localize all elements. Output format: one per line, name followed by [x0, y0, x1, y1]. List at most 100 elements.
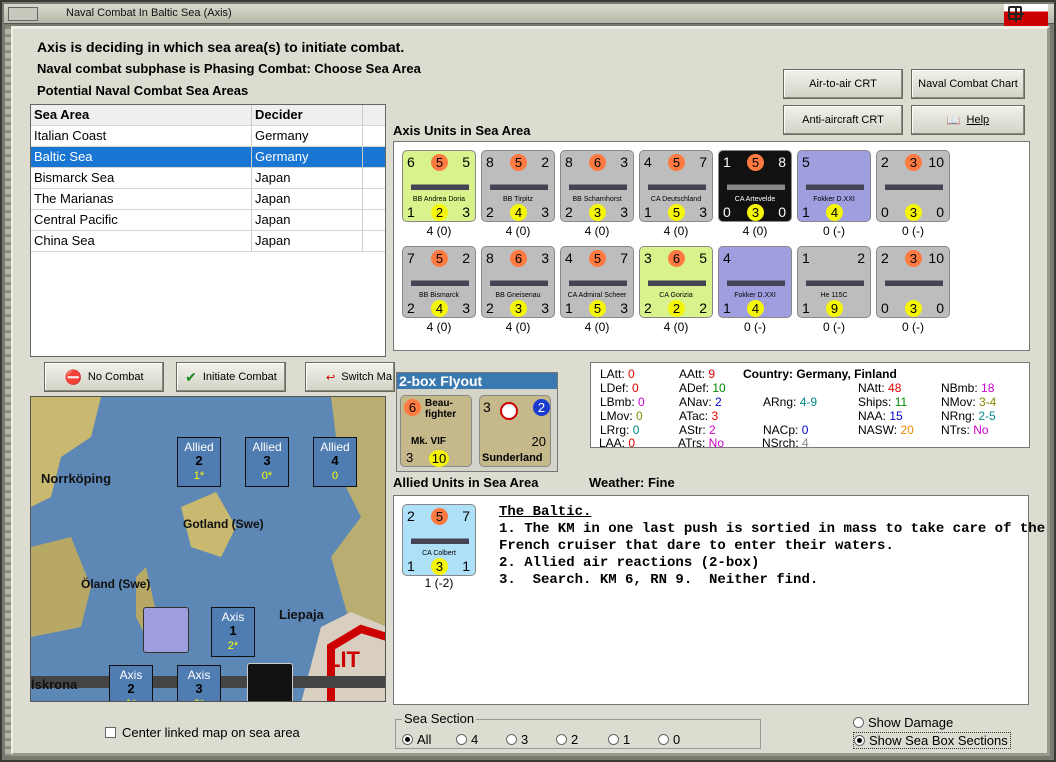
- stat-ntrs: NTrs: No: [941, 423, 989, 437]
- axis-unit-counter[interactable]: 7 5 2 BB Bismarck 2 4 3: [402, 246, 476, 318]
- sea-areas-heading: Potential Naval Combat Sea Areas: [37, 83, 249, 98]
- sea-box-allied-2[interactable]: Allied 2 1*: [177, 437, 221, 487]
- unit-top-left: 2: [881, 250, 889, 266]
- table-row[interactable]: The Marianas Japan: [31, 189, 385, 210]
- axis-unit-counter[interactable]: 2 3 10 0 3 0: [876, 246, 950, 318]
- center-map-checkbox[interactable]: Center linked map on sea area: [105, 725, 300, 740]
- no-entry-icon: [500, 402, 518, 420]
- unit-silhouette-icon: [806, 272, 864, 286]
- stat-nacp: NACp: 0: [763, 423, 809, 437]
- no-combat-button[interactable]: ⛔ No Combat: [44, 362, 164, 392]
- axis-unit-counter[interactable]: 1 2 He 115C 1 9: [797, 246, 871, 318]
- axis-unit-counter[interactable]: 8 6 3 BB Scharnhorst 2 3 3: [560, 150, 634, 222]
- help-button[interactable]: 📖 Help: [911, 105, 1025, 135]
- stats-panel: LAtt: 0 LDef: 0 LBmb: 0 LMov: 0 LRrg: 0 …: [590, 362, 1030, 448]
- map-unit-fokker[interactable]: [143, 607, 189, 653]
- table-row[interactable]: Central Pacific Japan: [31, 210, 385, 231]
- axis-unit-counter[interactable]: 4 5 7 CA Admiral Scheer 1 5 3: [560, 246, 634, 318]
- unit-bottom-left: 1: [802, 300, 810, 316]
- unit-bottom-left: 1: [644, 204, 652, 220]
- stat-adef: ADef: 10: [679, 381, 726, 395]
- anti-aircraft-crt-button[interactable]: Anti-aircraft CRT: [783, 105, 903, 135]
- radio-show-sea-box-sections[interactable]: Show Sea Box Sections: [853, 732, 1011, 749]
- unit-bottom-right: 3: [541, 300, 549, 316]
- stat-anav: ANav: 2: [679, 395, 722, 409]
- axis-unit-counter[interactable]: 3 6 5 CA Gorizia 2 2 2: [639, 246, 713, 318]
- unit-silhouette-icon: [569, 272, 627, 286]
- unit-top-right: 3: [620, 154, 628, 170]
- main-frame: Axis is deciding in which sea area(s) to…: [5, 26, 1050, 756]
- sea-section-label: Sea Section: [402, 711, 477, 726]
- unit-beaufighter[interactable]: 6 Beau-fighter Mk. VIF 3 10: [400, 395, 472, 467]
- no-entry-icon: ⛔: [64, 368, 82, 385]
- axis-unit-counter[interactable]: 5 Fokker D.XXI 1 4: [797, 150, 871, 222]
- air-to-air-crt-button[interactable]: Air-to-air CRT: [783, 69, 903, 99]
- stat-natt: NAtt: 48: [858, 381, 902, 395]
- sea-box-axis-2[interactable]: Axis21*: [109, 665, 153, 701]
- unit-bottom-left: 2: [644, 300, 652, 316]
- map-unit-artevelde[interactable]: [247, 663, 293, 701]
- sea-box-allied-3[interactable]: Allied 3 0*: [245, 437, 289, 487]
- radio-show-damage[interactable]: Show Damage: [853, 715, 953, 730]
- table-row[interactable]: Bismarck Sea Japan: [31, 168, 385, 189]
- unit-caption: 4 (0): [663, 320, 689, 334]
- unit-top-right: 8: [778, 154, 786, 170]
- checkbox-box[interactable]: [105, 727, 116, 738]
- axis-unit-counter[interactable]: 1 5 8 CA Artevelde 0 3 0: [718, 150, 792, 222]
- radio-section-2[interactable]: 2: [556, 732, 578, 747]
- radio-section-4[interactable]: 4: [456, 732, 478, 747]
- unit-bottom-right: 1: [462, 558, 470, 574]
- unit-caption: 4 (0): [584, 320, 610, 334]
- unit-top-left: 8: [486, 154, 494, 170]
- unit-caption: 1 (-2): [424, 576, 454, 590]
- unit-name: CA Colbert: [422, 550, 456, 557]
- sea-area-table: Sea Area Decider Italian Coast Germany Bal…: [30, 104, 386, 357]
- column-header-sea-area[interactable]: Sea Area: [31, 105, 252, 125]
- sea-box-axis-3[interactable]: Axis30*: [177, 665, 221, 701]
- axis-unit-counter[interactable]: 6 5 5 BB Andrea Doria 1 2 3: [402, 150, 476, 222]
- unit-ca-colbert[interactable]: 2 5 7 CA Colbert 1 3 1: [402, 504, 476, 576]
- unit-caption: 0 (-): [744, 320, 766, 334]
- unit-name: Beau-fighter: [425, 398, 457, 420]
- radio-section-all[interactable]: All: [402, 732, 431, 747]
- naval-combat-chart-button[interactable]: Naval Combat Chart: [911, 69, 1025, 99]
- unit-silhouette-icon: [727, 176, 785, 190]
- unit-bottom-left: 0: [881, 300, 889, 316]
- unit-top-left: 4: [644, 154, 652, 170]
- help-label: Help: [966, 114, 990, 126]
- flyout-title: 2-box Flyout: [397, 373, 557, 389]
- axis-unit-counter[interactable]: 2 3 10 0 3 0: [876, 150, 950, 222]
- table-row[interactable]: China Sea Japan: [31, 231, 385, 252]
- table-row[interactable]: Italian Coast Germany: [31, 126, 385, 147]
- unit-silhouette-icon: [569, 176, 627, 190]
- axis-unit-counter[interactable]: 4 5 7 CA Deutschland 1 5 3: [639, 150, 713, 222]
- radio-section-1[interactable]: 1: [608, 732, 630, 747]
- system-menu-button[interactable]: [8, 7, 38, 21]
- german-flag-icon: [1004, 4, 1048, 26]
- map-label-liepaja: Liepaja: [279, 607, 324, 622]
- unit-top-center: 3: [905, 250, 922, 267]
- initiate-combat-button[interactable]: ✔ Initiate Combat: [176, 362, 286, 392]
- sea-box-axis-1[interactable]: Axis 1 2*: [211, 607, 255, 657]
- linked-map[interactable]: Norrköping Gotland (Swe) Öland (Swe) Lie…: [30, 396, 386, 702]
- sea-box-allied-4[interactable]: Allied 4 0: [313, 437, 357, 487]
- switch-map-button[interactable]: ↩ Switch Ma: [305, 362, 395, 392]
- axis-unit-counter[interactable]: 8 6 3 BB Gneisenau 2 3 3: [481, 246, 555, 318]
- unit-caption: 0 (-): [902, 320, 924, 334]
- unit-bottom-center: 3: [589, 204, 606, 221]
- unit-bottom-left: 0: [723, 204, 731, 220]
- unit-bottom-center: 4: [510, 204, 527, 221]
- unit-name: Fokker D.XXI: [734, 292, 776, 299]
- unit-sunderland[interactable]: 3 2 20 Sunderland: [479, 395, 551, 467]
- axis-unit-counter[interactable]: 4 Fokker D.XXI 1 4: [718, 246, 792, 318]
- unit-bottom-left: 1: [802, 204, 810, 220]
- sea-area-cell: The Marianas: [31, 189, 252, 209]
- axis-unit-counter[interactable]: 8 5 2 BB Tirpitz 2 4 3: [481, 150, 555, 222]
- column-header-decider[interactable]: Decider: [252, 105, 363, 125]
- unit-bottom-center: 10: [429, 450, 449, 467]
- table-row[interactable]: Baltic Sea Germany: [31, 147, 385, 168]
- radio-section-3[interactable]: 3: [506, 732, 528, 747]
- stat-aatt: AAtt: 9: [679, 367, 716, 381]
- unit-top-left: 8: [565, 154, 573, 170]
- radio-section-0[interactable]: 0: [658, 732, 680, 747]
